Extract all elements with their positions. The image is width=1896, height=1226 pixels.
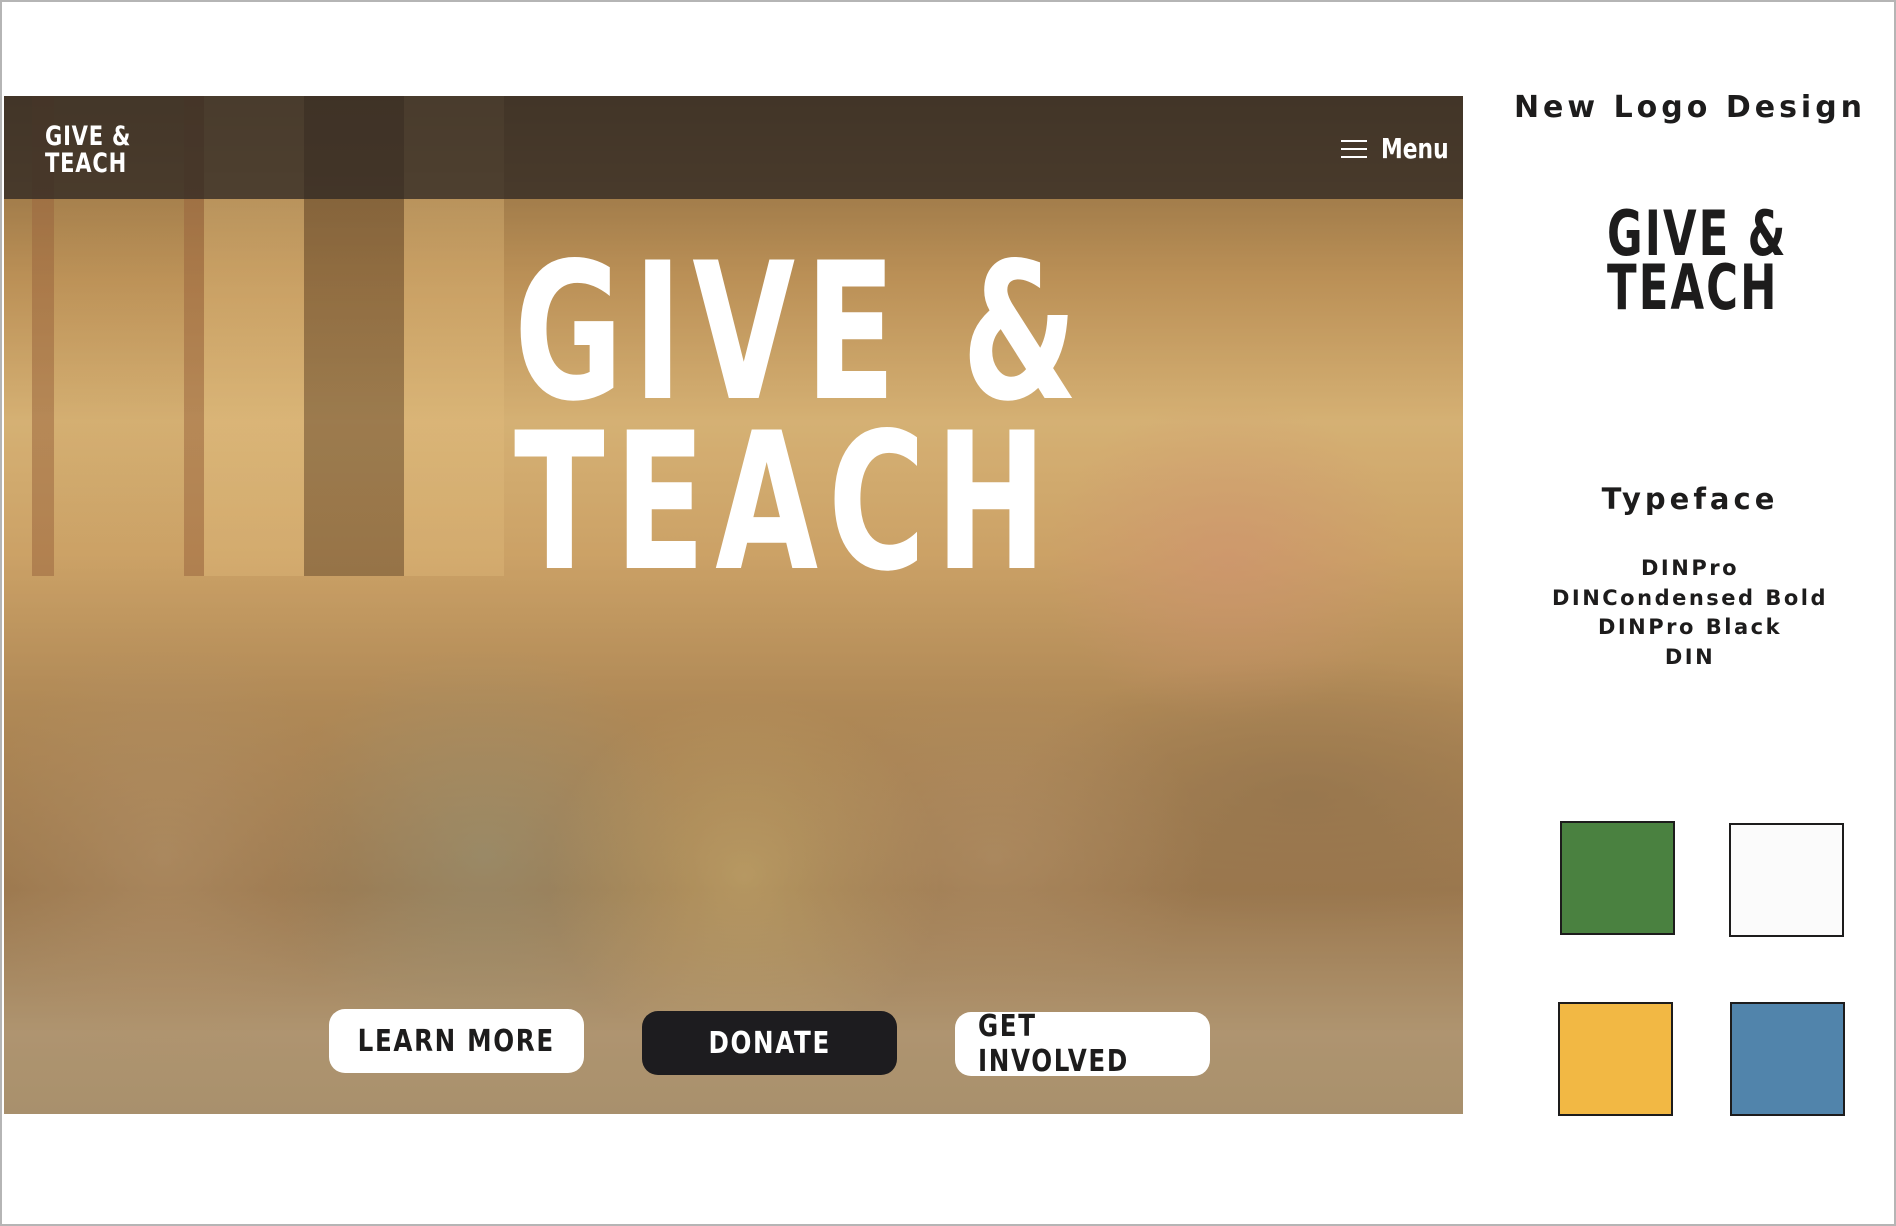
hero-section: GIVE & TEACH Menu GIVE & TEACH LEARN MOR… [4, 96, 1463, 1114]
color-swatch-green [1560, 821, 1675, 935]
menu-label: Menu [1381, 132, 1449, 165]
nav-logo[interactable]: GIVE & TEACH [45, 123, 131, 177]
logo-design-heading: New Logo Design [1513, 90, 1867, 125]
donate-label: DONATE [708, 1025, 831, 1061]
typeface-list: DINPro DINCondensed Bold DINPro Black DI… [1482, 554, 1896, 672]
menu-button[interactable]: Menu [1341, 132, 1449, 165]
nav-logo-line1: GIVE & [45, 121, 132, 152]
get-involved-label: GET INVOLVED [977, 1009, 1129, 1079]
nav-logo-line2: TEACH [45, 148, 128, 179]
donate-button[interactable]: DONATE [642, 1011, 897, 1075]
typeface-item: DIN [1664, 644, 1716, 669]
hero-title: GIVE & TEACH [514, 238, 1088, 613]
hero-title-line2: TEACH [514, 392, 1057, 613]
hamburger-icon [1341, 139, 1367, 159]
typeface-item: DINPro Black [1597, 615, 1783, 639]
get-involved-button[interactable]: GET INVOLVED [955, 1009, 1210, 1079]
typeface-item: DINPro [1641, 556, 1739, 580]
typeface-heading: Typeface [1601, 482, 1779, 516]
color-swatch-yellow [1558, 1002, 1673, 1116]
brand-logo: GIVE & TEACH [1607, 203, 1788, 324]
typeface-item: DINCondensed Bold [1551, 585, 1829, 610]
learn-more-button[interactable]: LEARN MORE [329, 1009, 584, 1073]
color-swatch-white [1729, 823, 1844, 937]
learn-more-label: LEARN MORE [357, 1023, 556, 1059]
design-board: GIVE & TEACH Menu GIVE & TEACH LEARN MOR… [0, 0, 1896, 1226]
brand-logo-line2: TEACH [1607, 251, 1779, 324]
color-swatch-blue [1730, 1002, 1845, 1116]
top-nav-bar: GIVE & TEACH Menu [4, 96, 1463, 199]
